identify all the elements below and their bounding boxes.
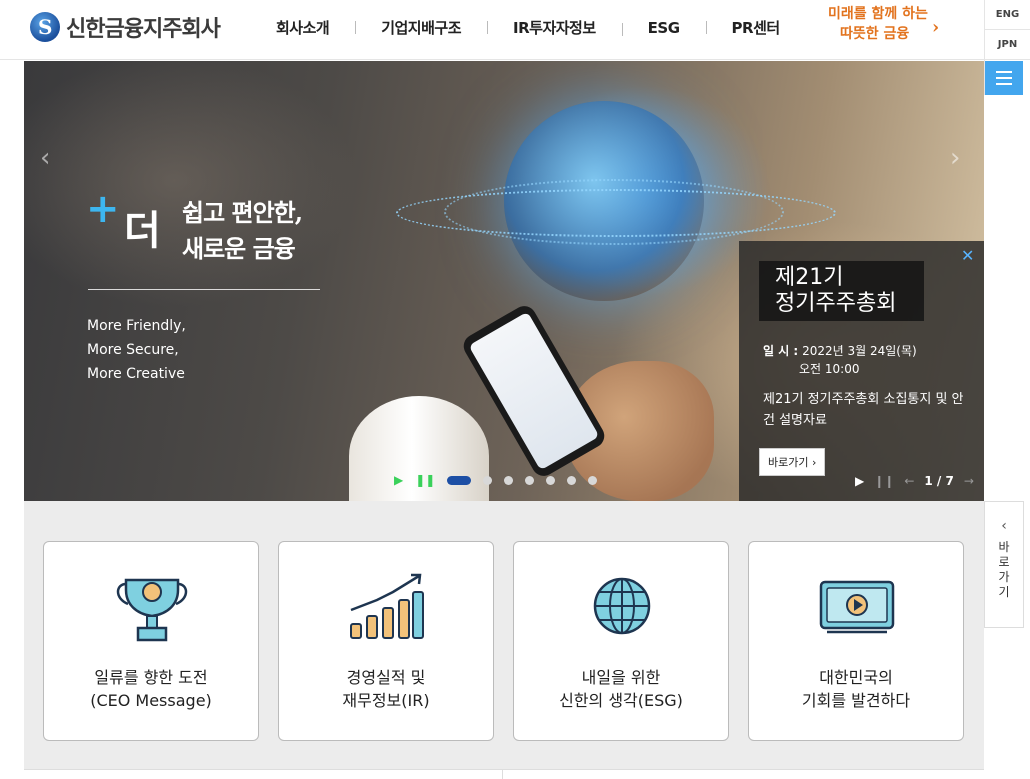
card-korea-opportunity[interactable]: 대한민국의 기회를 발견하다 — [748, 541, 964, 741]
notice-date-value: 2022년 3월 24일(목) — [802, 344, 917, 358]
site-header: 신한금융지주회사 회사소개 기업지배구조 IR투자자정보 ESG PR센터 미래… — [0, 0, 984, 60]
slide-dot[interactable] — [525, 475, 535, 485]
pause-icon[interactable]: ❚❚ — [415, 473, 435, 487]
notice-date-label: 일 시 : — [763, 344, 799, 358]
card-label-line1: 내일을 위한 — [581, 668, 661, 687]
quick-link-tab[interactable]: ‹ 바로가기 — [984, 501, 1024, 628]
nav-item-ir[interactable]: IR투자자정보 — [487, 17, 622, 38]
pause-icon[interactable]: ❙❙ — [874, 474, 894, 488]
arrow-left-icon[interactable]: ← — [904, 474, 914, 488]
hero-headline: 쉽고 편안한, 새로운 금융 — [182, 195, 303, 267]
notice-title-line1: 제21기 — [775, 265, 844, 290]
slide-dot[interactable] — [483, 475, 493, 485]
slogan-link[interactable]: 미래를 함께 하는 따뜻한 금융 › — [826, 4, 946, 54]
notice-time: 오전 10:00 — [799, 362, 860, 376]
hamburger-bar — [996, 77, 1012, 79]
notice-title: 제21기 정기주주총회 — [759, 261, 924, 321]
lang-jpn-button[interactable]: JPN — [985, 30, 1030, 60]
card-label: 경영실적 및 재무정보(IR) — [279, 666, 493, 712]
chevron-left-icon: ‹ — [1001, 518, 1007, 534]
play-icon[interactable]: ▶ — [855, 474, 864, 488]
slogan-line2: 따뜻한 금융 — [840, 26, 910, 42]
notice-title-line2: 정기주주총회 — [775, 291, 897, 316]
hero-plus-mark: + — [86, 186, 120, 232]
play-icon[interactable]: ▶ — [394, 473, 403, 487]
card-label-line2: (CEO Message) — [90, 691, 212, 710]
lower-section-edge — [24, 769, 984, 779]
notice-pager: ▶ ❙❙ ← 1 / 7 → — [855, 474, 974, 488]
main-nav: 회사소개 기업지배구조 IR투자자정보 ESG PR센터 — [250, 17, 806, 38]
card-label-line1: 경영실적 및 — [346, 668, 426, 687]
close-icon[interactable]: ✕ — [961, 246, 974, 265]
card-label: 일류를 향한 도전 (CEO Message) — [44, 666, 258, 712]
next-slide-icon[interactable]: › — [950, 143, 960, 173]
hero-subtext: More Friendly, More Secure, More Creativ… — [87, 314, 186, 386]
globe-icon — [593, 577, 651, 635]
card-ceo-message[interactable]: 일류를 향한 도전 (CEO Message) — [43, 541, 259, 741]
hamburger-bar — [996, 83, 1012, 85]
hero-sub-line: More Secure, — [87, 342, 179, 358]
card-label-line2: 재무정보(IR) — [342, 691, 430, 710]
notice-goto-button[interactable]: 바로가기 › — [759, 448, 826, 476]
arrow-right-icon[interactable]: → — [964, 474, 974, 488]
slide-dot[interactable] — [588, 475, 598, 485]
slide-dot[interactable] — [447, 475, 472, 485]
notice-description: 제21기 정기주주총회 소집통지 및 안건 설명자료 — [763, 392, 964, 428]
hamburger-icon[interactable] — [985, 61, 1023, 95]
shinhan-logo-icon — [30, 12, 60, 42]
card-label-line2: 신한의 생각(ESG) — [559, 691, 683, 710]
nav-item-governance[interactable]: 기업지배구조 — [355, 17, 487, 38]
slide-dot[interactable] — [504, 475, 514, 485]
hero-big-char: 더 — [124, 207, 161, 254]
logo-text: 신한금융지주회사 — [66, 17, 221, 42]
card-label-line1: 일류를 향한 도전 — [94, 668, 208, 687]
notice-page-indicator: 1 / 7 — [924, 474, 954, 488]
globe-ring — [444, 179, 784, 245]
card-label-line2: 기회를 발견하다 — [801, 691, 911, 710]
nav-item-pr[interactable]: PR센터 — [705, 17, 806, 38]
hamburger-bar — [996, 71, 1012, 73]
side-utility: ENG JPN — [984, 0, 1030, 95]
quick-cards-section: 일류를 향한 도전 (CEO Message) 경영실적 및 재무정보(IR) — [24, 501, 984, 779]
slide-dot[interactable] — [546, 475, 556, 485]
notice-date: 일 시 : 2022년 3월 24일(목) — [763, 342, 917, 360]
hero-divider — [88, 289, 320, 290]
nav-item-esg[interactable]: ESG — [621, 19, 706, 37]
hero-headline-line1: 쉽고 편안한, — [182, 198, 303, 227]
nav-item-company[interactable]: 회사소개 — [250, 17, 355, 38]
trophy-icon — [116, 578, 188, 642]
card-label: 대한민국의 기회를 발견하다 — [749, 666, 963, 712]
slide-dot[interactable] — [567, 475, 577, 485]
slide-controls: ▶ ❚❚ — [394, 473, 598, 487]
slogan-line1: 미래를 함께 하는 — [828, 6, 928, 22]
card-label: 내일을 위한 신한의 생각(ESG) — [514, 666, 728, 712]
card-ir[interactable]: 경영실적 및 재무정보(IR) — [278, 541, 494, 741]
logo[interactable]: 신한금융지주회사 — [30, 11, 221, 43]
hero-sub-line: More Friendly, — [87, 318, 186, 334]
card-label-line1: 대한민국의 — [819, 668, 893, 687]
growth-chart-icon — [350, 573, 424, 639]
notice-popup: ✕ 제21기 정기주주총회 일 시 : 2022년 3월 24일(목) 오전 1… — [739, 241, 984, 501]
quick-link-label: 바로가기 — [998, 540, 1010, 599]
prev-slide-icon[interactable]: ‹ — [40, 143, 50, 173]
video-player-icon — [819, 580, 895, 634]
card-esg[interactable]: 내일을 위한 신한의 생각(ESG) — [513, 541, 729, 741]
lang-eng-button[interactable]: ENG — [985, 0, 1030, 30]
chevron-right-icon: › — [932, 17, 940, 38]
hero-sub-line: More Creative — [87, 366, 185, 382]
hero-headline-line2: 새로운 금융 — [182, 234, 296, 263]
